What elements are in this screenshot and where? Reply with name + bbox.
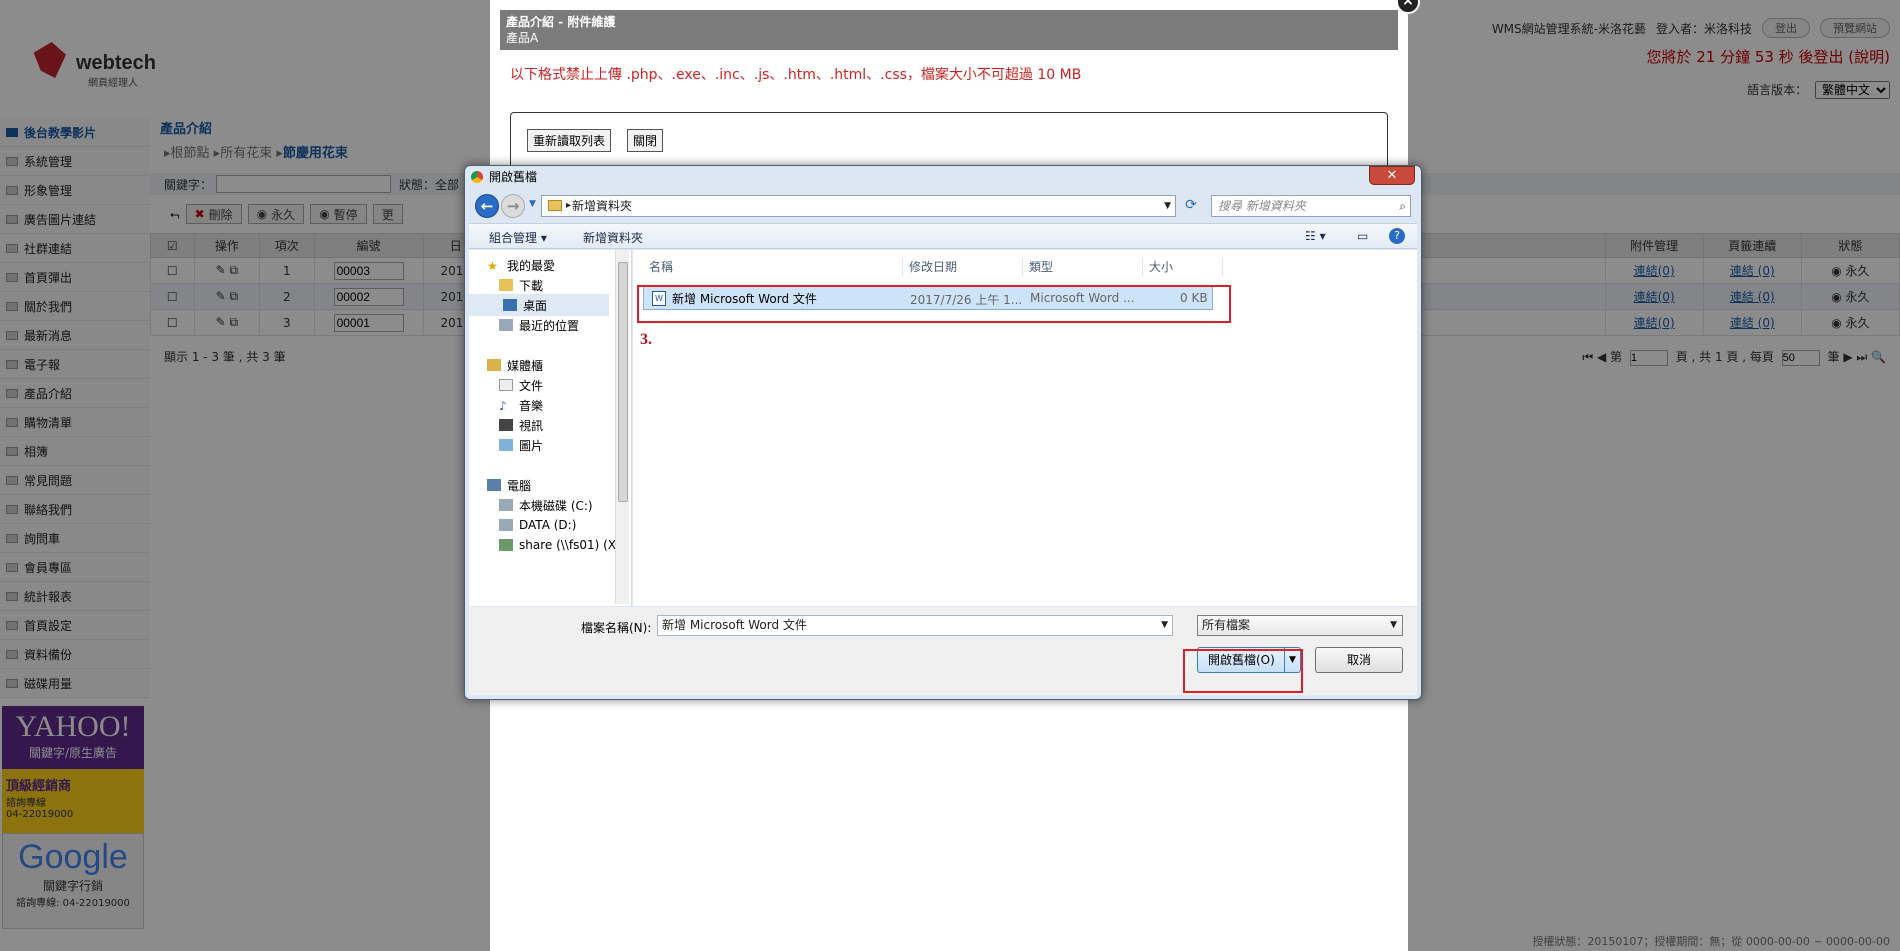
dialog-close-button[interactable]: ✕ (1369, 166, 1415, 185)
reload-list-button[interactable]: 重新讀取列表 (527, 129, 612, 152)
dialog-title: 開啟舊檔 (489, 170, 538, 184)
close-button[interactable]: 關閉 (627, 129, 664, 152)
open-file-dialog: 開啟舊檔 ✕ ← → ▼ ▸ 新增資料夾 ▼ ⟳ 搜尋 新增資料夾 ⌕ 組合管理… (464, 165, 1422, 700)
nav-recent[interactable]: 最近的位置 (499, 314, 579, 336)
col-name[interactable]: 名稱 (643, 258, 903, 276)
videos-icon (499, 419, 513, 431)
refresh-icon[interactable]: ⟳ (1181, 195, 1201, 217)
address-bar[interactable]: ▸ 新增資料夾 ▼ (541, 195, 1176, 217)
history-dropdown-icon[interactable]: ▼ (529, 199, 536, 209)
chrome-icon (471, 171, 483, 183)
address-dropdown-icon[interactable]: ▼ (1164, 196, 1171, 216)
folder-icon (548, 200, 562, 211)
nav-drive-d[interactable]: DATA (D:) (499, 514, 576, 536)
nav-downloads[interactable]: 下載 (499, 274, 543, 296)
breadcrumb-arrow-icon: ▸ (566, 200, 572, 211)
step-label: 3. (640, 331, 652, 348)
search-input[interactable]: 搜尋 新增資料夾 ⌕ (1211, 195, 1411, 217)
drive-icon (499, 499, 513, 511)
nav-documents[interactable]: 文件 (499, 374, 543, 396)
filename-input[interactable]: 新增 Microsoft Word 文件 ▼ (657, 615, 1173, 636)
preview-pane-icon[interactable]: ▭ (1357, 229, 1368, 243)
modal-title: 產品介紹 - 附件維護 (506, 15, 616, 29)
highlight-file-box (637, 285, 1231, 323)
drive-icon (499, 519, 513, 531)
nav-desktop[interactable]: 桌面 (469, 294, 609, 316)
documents-icon (499, 379, 513, 391)
modal-subtitle: 產品A (506, 31, 539, 45)
new-folder-button[interactable]: 新增資料夾 (583, 229, 643, 246)
cancel-button[interactable]: 取消 (1315, 647, 1403, 673)
address-bar-row: ← → ▼ ▸ 新增資料夾 ▼ ⟳ 搜尋 新增資料夾 ⌕ (471, 193, 1415, 219)
forward-arrow-icon[interactable]: → (501, 194, 525, 218)
nav-videos[interactable]: 視訊 (499, 414, 543, 436)
downloads-folder-icon (499, 279, 513, 291)
help-icon[interactable]: ? (1389, 228, 1405, 244)
filetype-select[interactable]: 所有檔案 ▼ (1197, 615, 1403, 636)
filename-label: 檔案名稱(N): (581, 621, 652, 635)
nav-computer[interactable]: 電腦 (487, 474, 531, 496)
navigation-pane: ★ 我的最愛 下載 桌面 最近的位置 媒體櫃 文件 ♪ 音樂 視訊 圖片 電腦 本機… (469, 250, 632, 606)
command-bar: 組合管理 ▾ 新增資料夾 ☷ ▾ ▭ ? (469, 223, 1417, 249)
star-icon: ★ (487, 259, 498, 273)
chevron-down-icon: ▼ (1390, 620, 1397, 630)
nav-music[interactable]: ♪ 音樂 (499, 394, 543, 416)
highlight-open-box (1183, 649, 1303, 693)
recent-places-icon (499, 319, 513, 331)
col-size[interactable]: 大小 (1143, 258, 1223, 276)
nav-drive-c[interactable]: 本機磁碟 (C:) (499, 494, 593, 516)
computer-icon (487, 479, 501, 491)
network-drive-icon (499, 539, 513, 551)
col-type[interactable]: 類型 (1023, 258, 1143, 276)
col-modified[interactable]: 修改日期 (903, 258, 1023, 276)
upload-notice: 以下格式禁止上傳 .php、.exe、.inc、.js、.htm、.html、.… (510, 67, 1082, 83)
modal-header: 產品介紹 - 附件維護 產品A (500, 10, 1398, 50)
address-path: 新增資料夾 (572, 199, 633, 213)
attachment-panel: 重新讀取列表 關閉 (510, 112, 1388, 172)
pictures-icon (499, 439, 513, 451)
music-icon: ♪ (499, 399, 507, 413)
nav-favorites[interactable]: ★ 我的最愛 (487, 254, 555, 276)
nav-pictures[interactable]: 圖片 (499, 434, 543, 456)
desktop-icon (503, 299, 517, 311)
chevron-down-icon[interactable]: ▼ (1161, 616, 1168, 635)
scroll-thumb[interactable] (618, 262, 628, 502)
back-arrow-icon[interactable]: ← (475, 194, 499, 218)
nav-libraries[interactable]: 媒體櫃 (487, 354, 543, 376)
organize-menu[interactable]: 組合管理 ▾ (489, 229, 547, 246)
dialog-titlebar: 開啟舊檔 (465, 166, 1421, 188)
nav-network-share[interactable]: share (\\fs01) (X (499, 534, 616, 556)
view-options-icon[interactable]: ☷ ▾ (1305, 229, 1326, 243)
search-icon: ⌕ (1399, 199, 1406, 213)
nav-scrollbar[interactable] (615, 250, 629, 604)
libraries-icon (487, 359, 501, 371)
